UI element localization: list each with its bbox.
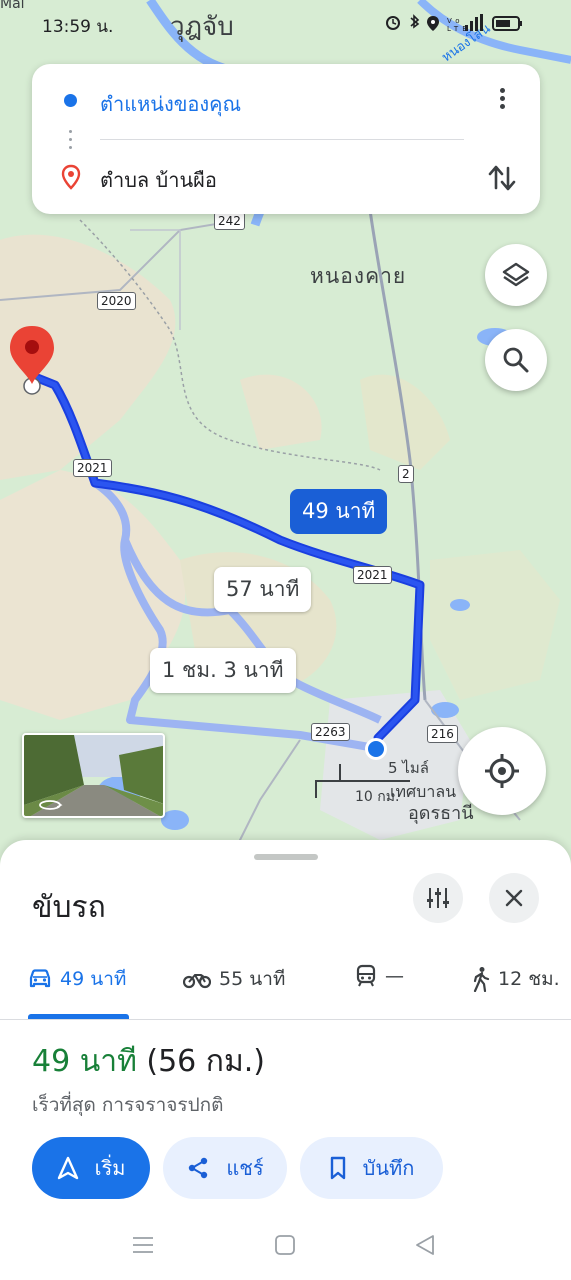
bluetooth-icon xyxy=(410,14,420,29)
route-search-card: ตำแหน่งของคุณ ตำบล บ้านผือ xyxy=(32,64,540,214)
start-button-label: เริ่ม xyxy=(94,1156,126,1180)
tab-driving-label: 49 นาที xyxy=(60,968,127,990)
layers-icon xyxy=(502,262,530,287)
destination-marker-icon xyxy=(60,164,82,194)
navigation-arrow-icon xyxy=(57,1156,79,1180)
battery-icon xyxy=(492,16,522,31)
signal-icon xyxy=(465,14,483,31)
street-view-thumbnail[interactable] xyxy=(22,733,165,818)
tab-walking-label: 12 ชม. xyxy=(498,968,560,990)
close-button[interactable] xyxy=(489,873,539,923)
tune-icon xyxy=(427,888,449,908)
status-time: 13:59 น. xyxy=(42,17,114,37)
start-button[interactable]: เริ่ม xyxy=(32,1137,150,1199)
road-shield: 2263 xyxy=(311,723,350,741)
more-options-icon[interactable] xyxy=(487,86,517,116)
close-icon xyxy=(505,889,523,907)
my-location-button[interactable] xyxy=(458,727,546,815)
search-icon xyxy=(503,347,529,373)
scale-miles: 5 ไมล์ xyxy=(388,759,429,777)
walk-icon xyxy=(472,966,490,992)
origin-field[interactable]: ตำแหน่งของคุณ xyxy=(100,88,241,120)
road-shield: 2 xyxy=(398,465,414,483)
road-shield: 242 xyxy=(214,212,245,230)
route-distance: (56 กม.) xyxy=(146,1044,265,1079)
search-along-route-button[interactable] xyxy=(485,329,547,391)
road-shield: 2020 xyxy=(97,292,136,310)
alarm-icon xyxy=(386,16,400,30)
tab-motorcycle-label: 55 นาที xyxy=(219,968,286,990)
system-nav-bar xyxy=(0,1220,571,1280)
share-icon xyxy=(186,1156,210,1180)
tab-driving[interactable]: 49 นาที xyxy=(28,964,126,994)
car-icon xyxy=(28,968,52,990)
svg-text:Vo: Vo xyxy=(447,17,464,25)
active-tab-indicator xyxy=(28,1014,129,1019)
transit-icon xyxy=(355,964,377,988)
card-divider xyxy=(100,139,464,140)
motorcycle-icon xyxy=(183,969,211,989)
swap-route-icon[interactable] xyxy=(484,160,520,196)
city-label-nongkhai: หนองคาย xyxy=(310,264,407,288)
district-label-udon: อุดรธานี xyxy=(408,803,474,824)
location-icon xyxy=(427,16,439,31)
tab-walking[interactable]: 12 ชม. xyxy=(472,964,560,994)
route-description: เร็วที่สุด การจราจรปกติ xyxy=(32,1094,224,1116)
route-duration: 49 นาที xyxy=(32,1044,137,1079)
share-button[interactable]: แชร์ xyxy=(163,1137,287,1199)
destination-field[interactable]: ตำบล บ้านผือ xyxy=(100,164,217,196)
road-shield: 2021 xyxy=(73,459,112,477)
route-label-alt2[interactable]: 1 ชม. 3 นาที xyxy=(150,648,296,693)
back-icon[interactable] xyxy=(414,1234,436,1260)
status-bar: 13:59 น. Vo LTE xyxy=(0,0,571,50)
home-icon[interactable] xyxy=(274,1234,296,1260)
route-summary: 49 นาที (56 กม.) xyxy=(32,1038,265,1085)
road-shield: 216 xyxy=(427,725,458,743)
route-label-alt1[interactable]: 57 นาที xyxy=(214,567,312,612)
tab-transit[interactable]: — xyxy=(355,964,404,988)
menu-icon[interactable] xyxy=(132,1234,154,1260)
my-location-icon xyxy=(485,754,519,788)
drag-handle[interactable] xyxy=(254,854,318,860)
bookmark-icon xyxy=(329,1156,347,1180)
tab-transit-label: — xyxy=(385,965,404,987)
directions-sheet: ขับรถ 49 นาที 55 นาที — 12 ชม. 49 นาที (… xyxy=(0,840,571,1280)
save-button-label: บันทึก xyxy=(362,1156,415,1180)
route-label-primary[interactable]: 49 นาที xyxy=(290,489,388,534)
road-shield: 2021 xyxy=(353,566,392,584)
route-options-button[interactable] xyxy=(413,873,463,923)
tab-motorcycle[interactable]: 55 นาที xyxy=(183,964,285,994)
connector-dots xyxy=(69,130,72,154)
status-icons: Vo LTE xyxy=(385,13,535,37)
sheet-title: ขับรถ xyxy=(32,890,106,925)
origin-dot-icon xyxy=(64,94,77,107)
layers-button[interactable] xyxy=(485,244,547,306)
map-view[interactable]: วุฎจับ Mai หนองโสน หนองคาย เทศบาลน อุดรธ… xyxy=(0,0,571,870)
travel-mode-tabs: 49 นาที 55 นาที — 12 ชม. xyxy=(0,948,571,1020)
save-button[interactable]: บันทึก xyxy=(300,1137,443,1199)
scale-km: 10 กม. xyxy=(355,789,400,805)
share-button-label: แชร์ xyxy=(226,1156,264,1180)
